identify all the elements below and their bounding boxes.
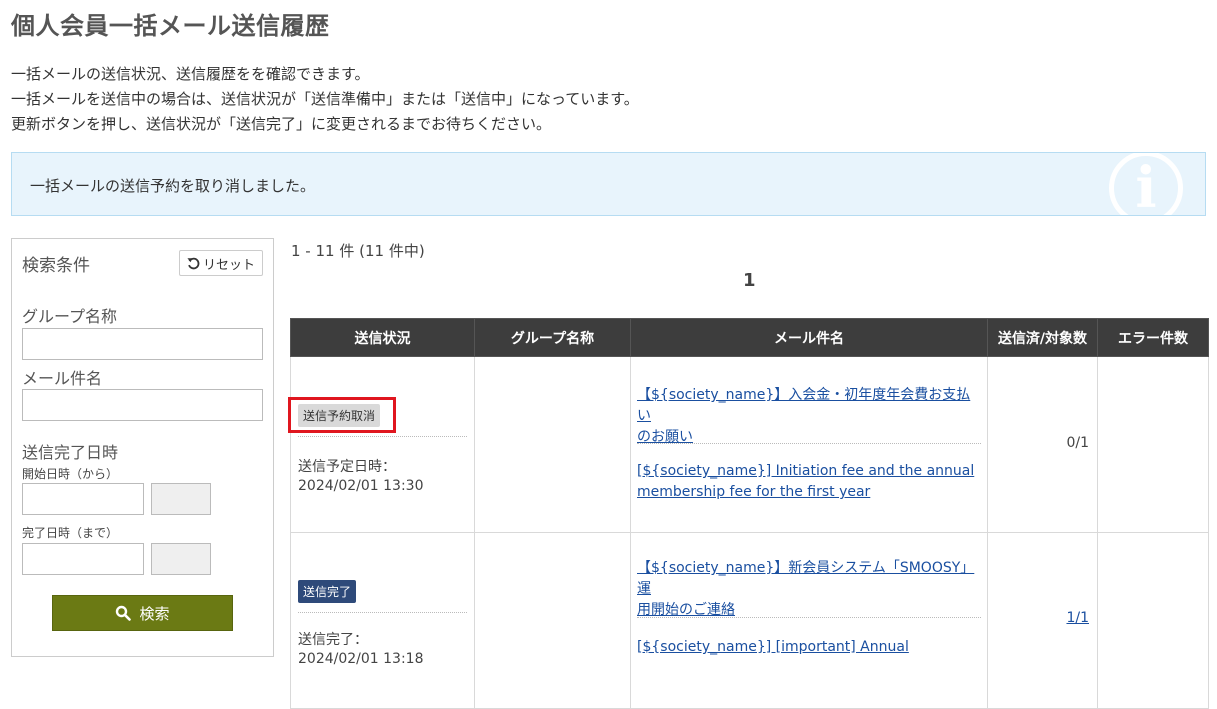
sent-cell: 1/1 [987, 532, 1098, 709]
subject-ja-line-2: 用開始のご連絡 [637, 602, 735, 618]
completed-datetime-label: 送信完了日時 [22, 443, 119, 462]
scheduled-time-label: 送信予定日時： [298, 459, 396, 475]
subject-en-line-2: membership fee for the first year [637, 484, 871, 500]
start-time-input[interactable] [151, 483, 211, 515]
description-line: 更新ボタンを押し、送信状況が「送信完了」に変更されるまでお待ちください。 [11, 115, 552, 133]
end-datetime-label: 完了日時（まで） [22, 526, 119, 540]
end-date-input[interactable] [22, 543, 144, 575]
search-button-label: 検索 [139, 604, 170, 623]
info-message: 一括メールの送信予約を取り消しました。 [30, 177, 316, 195]
sent-count: 0/1 [1066, 435, 1089, 451]
reset-label: リセット [202, 257, 255, 273]
group-cell [474, 356, 631, 533]
group-cell [474, 532, 631, 709]
header-sent-target: 送信済/対象数 [987, 318, 1098, 357]
error-cell [1097, 356, 1209, 533]
description-line: 一括メールの送信状況、送信履歴をを確認できます。 [11, 65, 370, 83]
search-button[interactable]: 検索 [52, 595, 233, 631]
header-status: 送信状況 [290, 318, 475, 357]
start-datetime-label: 開始日時（から） [22, 467, 119, 481]
sent-cell: 0/1 [987, 356, 1098, 533]
status-cell: 送信完了 送信完了： 2024/02/01 13:18 [290, 532, 475, 709]
header-group-name: グループ名称 [474, 318, 631, 357]
reset-icon [187, 257, 200, 269]
sent-count-link[interactable]: 1/1 [1066, 610, 1089, 626]
description-line: 一括メールを送信中の場合は、送信状況が「送信準備中」または「送信中」になっていま… [11, 90, 639, 108]
mail-subject-input[interactable] [22, 389, 263, 421]
divider [298, 436, 467, 437]
divider [637, 617, 981, 618]
completed-time-label: 送信完了： [298, 632, 368, 648]
header-mail-subject: メール件名 [630, 318, 988, 357]
end-time-input[interactable] [151, 543, 211, 575]
info-alert: 一括メールの送信予約を取り消しました。 i [11, 152, 1206, 216]
table-row: 送信完了 送信完了： 2024/02/01 13:18 【${society_n… [290, 532, 1209, 709]
mail-subject-label: メール件名 [22, 369, 103, 388]
group-name-input[interactable] [22, 328, 263, 360]
info-icon: i [1109, 153, 1183, 215]
highlight-box [288, 397, 396, 433]
subject-cell: 【${society_name}】新会員システム「SMOOSY」運 用開始のご連… [630, 532, 988, 709]
subject-en-line-1: [${society_name}] Initiation fee and the… [637, 463, 975, 479]
table-header-row: 送信状況 グループ名称 メール件名 送信済/対象数 エラー件数 [290, 318, 1209, 357]
subject-ja-line-1: 【${society_name}】新会員システム「SMOOSY」運 [637, 560, 975, 597]
pagination-page-1[interactable]: 1 [743, 270, 756, 291]
search-panel-title: 検索条件 [22, 256, 90, 276]
status-cell: 送信予約取消 送信予定日時： 2024/02/01 13:30 [288, 356, 475, 533]
scheduled-time-value: 2024/02/01 13:30 [298, 478, 424, 494]
subject-link-ja[interactable]: 【${society_name}】新会員システム「SMOOSY」運 用開始のご連… [637, 558, 977, 621]
reset-button[interactable]: リセット [179, 250, 263, 276]
sent-count[interactable]: 1/1 [1066, 610, 1089, 626]
subject-cell: 【${society_name}】入会金・初年度年会費お支払い のお願い [${… [630, 356, 988, 533]
subject-en-line-1: [${society_name}] [important] Annual [637, 639, 909, 655]
result-count: 1 - 11 件 (11 件中) [291, 242, 425, 260]
divider [637, 443, 981, 444]
completed-time-value: 2024/02/01 13:18 [298, 651, 424, 667]
table-row: 送信予約取消 送信予定日時： 2024/02/01 13:30 【${socie… [288, 356, 1209, 533]
search-icon [116, 605, 132, 621]
history-table: 送信状況 グループ名称 メール件名 送信済/対象数 エラー件数 送信予約取消 送… [288, 318, 1209, 709]
subject-link-ja[interactable]: 【${society_name}】入会金・初年度年会費お支払い のお願い [637, 385, 977, 448]
subject-link-en[interactable]: [${society_name}] Initiation fee and the… [637, 461, 977, 503]
header-error-count: エラー件数 [1097, 318, 1209, 357]
page-description: 一括メールの送信状況、送信履歴をを確認できます。 一括メールを送信中の場合は、送… [11, 62, 639, 137]
subject-link-en[interactable]: [${society_name}] [important] Annual [637, 637, 977, 658]
page-title: 個人会員一括メール送信履歴 [11, 12, 330, 40]
divider [298, 612, 467, 613]
start-date-input[interactable] [22, 483, 144, 515]
subject-ja-line-1: 【${society_name}】入会金・初年度年会費お支払い [637, 387, 971, 424]
group-name-label: グループ名称 [22, 307, 118, 326]
status-badge: 送信完了 [298, 580, 357, 603]
search-panel: 検索条件 リセット グループ名称 メール件名 送信完了日時 開始日時（から） 完… [11, 238, 274, 657]
error-cell [1097, 532, 1209, 709]
